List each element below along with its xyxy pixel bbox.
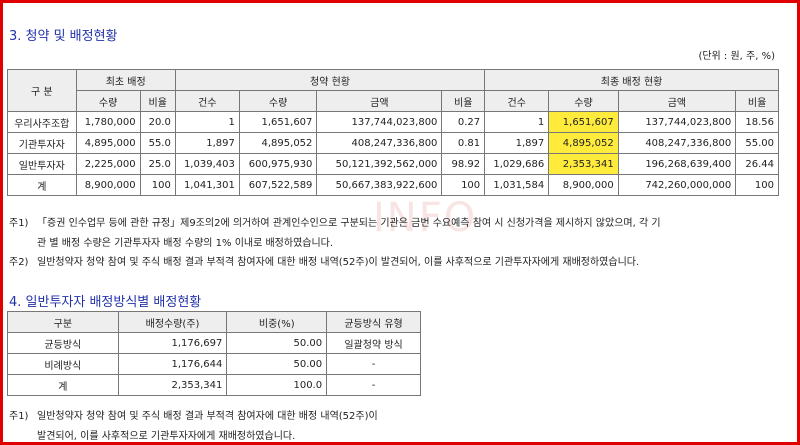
note-text: 관 별 배정 수량은 기관투자자 배정 수량의 1% 이내로 배정하였습니다. <box>37 238 334 249</box>
section4-title: 4. 일반투자자 배정방식별 배정현황 <box>9 295 202 310</box>
table-cell: 1 <box>174 111 240 133</box>
table-cell: 408,247,336,800 <box>617 132 737 154</box>
table-cell: 100 <box>139 174 176 196</box>
row-type: - <box>326 353 421 375</box>
row-name: 계 <box>7 374 119 396</box>
subheader-cell: 수량 <box>548 90 619 112</box>
subheader-cell: 비율 <box>441 90 486 112</box>
row-name: 비례방식 <box>7 353 119 375</box>
table-cell: 0.27 <box>441 111 486 133</box>
table-cell: 1,651,607 <box>548 111 619 133</box>
row-name: 기관투자자 <box>7 132 77 154</box>
header-final-allocation: 최종 배정 현황 <box>484 69 779 91</box>
row-type: 일괄청약 방식 <box>326 332 421 354</box>
header-initial-allocation: 최초 배정 <box>75 69 176 91</box>
table-cell: 50,667,383,922,600 <box>316 174 443 196</box>
table-cell: 137,744,023,800 <box>316 111 443 133</box>
header-classification: 구 분 <box>7 69 77 112</box>
table-row: 일반투자자 2,225,000 25.0 1,039,403 600,975,930 50… <box>7 153 779 175</box>
row-qty: 2,353,341 <box>117 374 228 396</box>
table-cell: 4,895,052 <box>548 132 619 154</box>
table-cell: 0.81 <box>441 132 486 154</box>
table-cell: 1,651,607 <box>238 111 318 133</box>
table-cell: 50,121,392,562,000 <box>316 153 443 175</box>
note-number: 주1) <box>9 411 29 422</box>
table-row: 기관투자자 4,895,000 55.0 1,897 4,895,052 408,247,… <box>7 132 779 154</box>
table-cell: 137,744,023,800 <box>617 111 737 133</box>
table-cell: 408,247,336,800 <box>316 132 443 154</box>
table-cell: 1,897 <box>484 132 550 154</box>
note-section4: 주1) 일반청약자 청약 참여 및 주식 배정 결과 부적격 참여자에 대한 배정… <box>9 407 378 442</box>
table-cell: 25.0 <box>139 153 176 175</box>
table-cell: 600,975,930 <box>238 153 318 175</box>
row-ratio: 50.00 <box>226 353 328 375</box>
table-cell: 742,260,000,000 <box>617 174 737 196</box>
table-cell: 26.44 <box>735 153 779 175</box>
table-cell: 100 <box>441 174 486 196</box>
row-ratio: 100.0 <box>226 374 328 396</box>
subheader-cell: 금액 <box>617 90 737 112</box>
table-cell: 100 <box>735 174 779 196</box>
table-cell: 20.0 <box>139 111 176 133</box>
table-cell: 1,780,000 <box>75 111 141 133</box>
header-subscription-status: 청약 현황 <box>174 69 486 91</box>
note-text: 일반청약자 청약 참여 및 주식 배정 결과 부적격 참여자에 대한 배정 내역… <box>37 411 378 422</box>
row-name: 일반투자자 <box>7 153 77 175</box>
header-cell: 구분 <box>7 311 119 333</box>
subheader-cell: 비율 <box>139 90 176 112</box>
table-row: 우리사주조합 1,780,000 20.0 1 1,651,607 137,744,023… <box>7 111 779 133</box>
subheader-cell: 건수 <box>484 90 550 112</box>
table-cell: 1,029,686 <box>484 153 550 175</box>
row-type: - <box>326 374 421 396</box>
subheader-cell: 비율 <box>735 90 779 112</box>
table-cell: 196,268,639,400 <box>617 153 737 175</box>
row-name: 균등방식 <box>7 332 119 354</box>
table-cell: 1,031,584 <box>484 174 550 196</box>
row-qty: 1,176,644 <box>117 353 228 375</box>
header-cell: 균등방식 유형 <box>326 311 421 333</box>
subheader-cell: 건수 <box>174 90 240 112</box>
row-ratio: 50.00 <box>226 332 328 354</box>
table-cell: 4,895,052 <box>238 132 318 154</box>
note-number: 주2) <box>9 257 29 268</box>
unit-label: (단위 : 원, 주, %) <box>698 51 775 62</box>
table-cell: 1,041,301 <box>174 174 240 196</box>
table-cell: 1,897 <box>174 132 240 154</box>
row-qty: 1,176,697 <box>117 332 228 354</box>
table-cell: 2,225,000 <box>75 153 141 175</box>
row-name: 계 <box>7 174 77 196</box>
table-row: 비례방식 1,176,644 50.00 - <box>7 353 421 375</box>
table-cell: 8,900,000 <box>75 174 141 196</box>
table-cell: 4,895,000 <box>75 132 141 154</box>
table-row: 계 8,900,000 100 1,041,301 607,522,589 50,667,… <box>7 174 779 196</box>
note-number: 주1) <box>9 218 29 229</box>
header-cell: 배정수량(주) <box>117 311 228 333</box>
table-cell: 98.92 <box>441 153 486 175</box>
table-cell: 2,353,341 <box>548 153 619 175</box>
section3-title: 3. 청약 및 배정현황 <box>9 29 118 44</box>
document-frame: 3. 청약 및 배정현황 (단위 : 원, 주, %) INFO 구 분 최초 … <box>0 0 800 445</box>
subheader-cell: 금액 <box>316 90 443 112</box>
note-text: 발견되어, 이를 사후적으로 기관투자자에게 재배정하였습니다. <box>37 431 296 442</box>
note-2: 주2) 일반청약자 청약 참여 및 주식 배정 결과 부적격 참여자에 대한 배정… <box>9 253 639 268</box>
row-name: 우리사주조합 <box>7 111 77 133</box>
table-cell: 8,900,000 <box>548 174 619 196</box>
table-cell: 607,522,589 <box>238 174 318 196</box>
table-cell: 55.00 <box>735 132 779 154</box>
table-row: 계 2,353,341 100.0 - <box>7 374 421 396</box>
allocation-method-table: 구분 배정수량(주) 비중(%) 균등방식 유형 균등방식 1,176,697 … <box>7 311 421 396</box>
subscription-table: 구 분 최초 배정 청약 현황 최종 배정 현황 수량 비율 건수 수량 금액 … <box>7 69 779 196</box>
note-text: 일반청약자 청약 참여 및 주식 배정 결과 부적격 참여자에 대한 배정 내역… <box>37 257 640 268</box>
table-cell: 1 <box>484 111 550 133</box>
header-cell: 비중(%) <box>226 311 328 333</box>
table-cell: 55.0 <box>139 132 176 154</box>
table-row: 균등방식 1,176,697 50.00 일괄청약 방식 <box>7 332 421 354</box>
subheader-cell: 수량 <box>238 90 318 112</box>
note-text: 「증권 인수업무 등에 관한 규정」제9조의2에 의거하여 관계인수인으로 구분… <box>37 218 661 229</box>
note-1: 주1) 「증권 인수업무 등에 관한 규정」제9조의2에 의거하여 관계인수인으로… <box>9 214 661 249</box>
table-cell: 1,039,403 <box>174 153 240 175</box>
table-cell: 18.56 <box>735 111 779 133</box>
subheader-cell: 수량 <box>75 90 141 112</box>
